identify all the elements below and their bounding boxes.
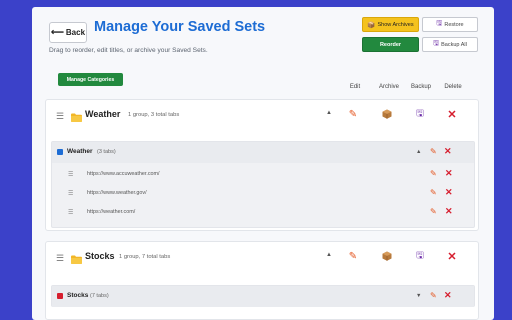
manage-categories-button[interactable]: Manage Categories <box>58 73 123 86</box>
category-name[interactable]: Stocks <box>85 251 115 261</box>
drag-handle-icon[interactable]: ☰ <box>68 209 73 216</box>
back-label: Back <box>65 28 86 37</box>
pencil-icon[interactable]: ✎ <box>430 207 437 216</box>
folder-icon <box>71 251 82 264</box>
x-icon[interactable]: ✕ <box>444 146 452 157</box>
box-icon: 📦 <box>367 21 376 29</box>
column-header-backup: Backup <box>410 84 431 90</box>
category-meta: 1 group, 3 total tabs <box>128 112 180 118</box>
floppy-disk-icon[interactable]: 🖫 <box>413 107 427 121</box>
reorder-button[interactable]: Reorder <box>362 37 419 52</box>
category-name[interactable]: Weather <box>85 109 120 119</box>
x-icon[interactable]: ✕ <box>445 107 459 121</box>
category-meta: 1 group, 7 total tabs <box>119 254 171 260</box>
restore-button[interactable]: 🖫 Restore <box>422 17 478 32</box>
x-icon[interactable]: ✕ <box>445 249 459 263</box>
backup-all-label: Backup All <box>441 41 467 48</box>
reorder-label: Reorder <box>379 41 402 48</box>
group-block-stocks: Stocks (7 tabs) ▼ ✎ ✕ <box>51 285 475 307</box>
group-header: Weather (3 tabs) ▲ ✎ ✕ <box>52 142 474 163</box>
caret-down-icon[interactable]: ▼ <box>416 293 421 299</box>
pencil-icon[interactable]: ✎ <box>430 147 437 156</box>
restore-label: Restore <box>444 21 464 28</box>
show-archives-button[interactable]: 📦 Show Archives <box>362 17 419 32</box>
pencil-icon[interactable]: ✎ <box>430 169 437 178</box>
caret-up-icon[interactable]: ▲ <box>326 110 332 116</box>
x-icon[interactable]: ✕ <box>445 187 453 198</box>
group-block-weather: Weather (3 tabs) ▲ ✎ ✕ ☰ https://www.acc… <box>51 141 475 228</box>
drag-handle-icon[interactable]: ☰ <box>56 111 64 122</box>
pencil-icon[interactable]: ✎ <box>346 249 360 263</box>
group-header: Stocks (7 tabs) ▼ ✎ ✕ <box>52 286 474 307</box>
box-icon[interactable] <box>380 107 394 121</box>
group-tab-count: (3 tabs) <box>97 149 116 155</box>
left-arrow-icon: ⟵ <box>50 27 64 37</box>
backup-all-button[interactable]: 🖫 Backup All <box>422 37 478 52</box>
back-button[interactable]: ⟵ Back <box>49 22 87 43</box>
show-archives-label: Show Archives <box>377 21 414 28</box>
pencil-icon[interactable]: ✎ <box>430 188 437 197</box>
tab-row: ☰ https://www.weather.gov/ ✎ ✕ <box>66 185 470 203</box>
page-subtitle: Drag to reorder, edit titles, or archive… <box>49 47 208 54</box>
floppy-disk-icon[interactable]: 🖫 <box>413 249 427 263</box>
tab-url[interactable]: https://weather.com/ <box>87 209 135 215</box>
tab-row: ☰ https://weather.com/ ✎ ✕ <box>66 204 470 222</box>
manager-panel: ⟵ Back Manage Your Saved Sets Drag to re… <box>32 7 494 320</box>
drag-handle-icon[interactable]: ☰ <box>68 190 73 197</box>
box-icon[interactable] <box>380 249 394 263</box>
page-title: Manage Your Saved Sets <box>94 19 266 35</box>
group-name[interactable]: Stocks <box>67 292 88 299</box>
folder-icon <box>71 109 82 122</box>
group-color-swatch <box>57 149 63 155</box>
column-header-archive: Archive <box>378 84 399 90</box>
caret-up-icon[interactable]: ▲ <box>326 252 332 258</box>
tab-url[interactable]: https://www.accuweather.com/ <box>87 171 160 177</box>
group-name[interactable]: Weather <box>67 148 93 155</box>
tab-row: ☰ https://www.accuweather.com/ ✎ ✕ <box>66 166 470 184</box>
caret-up-icon[interactable]: ▲ <box>416 149 421 155</box>
category-row: ☰ Stocks 1 group, 7 total tabs ▲ ✎ 🖫 ✕ <box>46 242 478 276</box>
drag-handle-icon[interactable]: ☰ <box>68 171 73 178</box>
drag-handle-icon[interactable]: ☰ <box>56 253 64 264</box>
tab-url[interactable]: https://www.weather.gov/ <box>87 190 147 196</box>
category-row: ☰ Weather 1 group, 3 total tabs ▲ ✎ 🖫 ✕ <box>46 100 478 134</box>
x-icon[interactable]: ✕ <box>445 168 453 179</box>
group-tab-count: (7 tabs) <box>90 293 109 299</box>
pencil-icon[interactable]: ✎ <box>346 107 360 121</box>
pencil-icon[interactable]: ✎ <box>430 291 437 300</box>
x-icon[interactable]: ✕ <box>445 206 453 217</box>
category-card-weather: ☰ Weather 1 group, 3 total tabs ▲ ✎ 🖫 ✕ … <box>45 99 479 231</box>
column-header-delete: Delete <box>444 84 462 90</box>
floppy-disk-icon: 🖫 <box>433 40 440 47</box>
group-color-swatch <box>57 293 63 299</box>
x-icon[interactable]: ✕ <box>444 290 452 301</box>
column-header-edit: Edit <box>349 84 361 90</box>
floppy-disk-icon: 🖫 <box>436 20 443 27</box>
category-card-stocks: ☰ Stocks 1 group, 7 total tabs ▲ ✎ 🖫 ✕ S… <box>45 241 479 320</box>
